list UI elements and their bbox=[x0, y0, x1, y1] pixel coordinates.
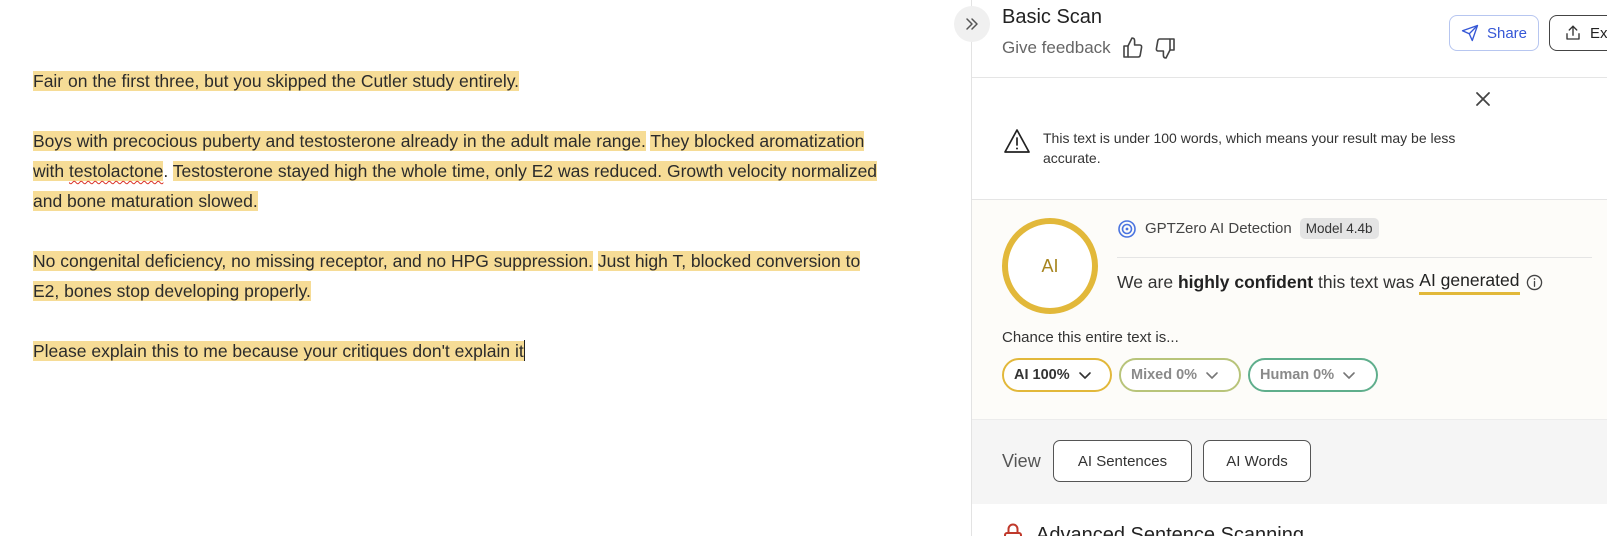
divider bbox=[1117, 257, 1592, 258]
collapse-panel-button[interactable] bbox=[954, 6, 990, 42]
highlighted-sentence: Please explain this to me because your c… bbox=[33, 341, 524, 361]
thumbs-up-icon[interactable] bbox=[1121, 36, 1145, 60]
pill-label: Human 0% bbox=[1260, 367, 1335, 383]
paragraph-1: Fair on the first three, but you skipped… bbox=[33, 66, 883, 96]
pill-label: Mixed 0% bbox=[1131, 367, 1198, 383]
verdict-middle: this text was bbox=[1317, 272, 1415, 292]
scan-results-panel: Basic Scan Give feedback Share Exp bbox=[971, 0, 1607, 536]
warning-text: This text is under 100 words, which mean… bbox=[1043, 130, 1456, 166]
lock-icon bbox=[1004, 523, 1022, 536]
highlighted-sentence: No congenital deficiency, no missing rec… bbox=[33, 251, 593, 271]
view-toggle-bar: View AI Sentences AI Words bbox=[972, 420, 1607, 504]
chance-label: Chance this entire text is... bbox=[1002, 329, 1179, 346]
feedback-row: Give feedback bbox=[1002, 36, 1177, 60]
editor-content[interactable]: Fair on the first three, but you skipped… bbox=[33, 66, 883, 396]
thumbs-down-icon[interactable] bbox=[1153, 36, 1177, 60]
warning-icon bbox=[1004, 129, 1030, 153]
probability-pills: AI 100% Mixed 0% Human 0% bbox=[1002, 358, 1378, 392]
send-icon bbox=[1461, 24, 1479, 42]
verdict-label: AI generated bbox=[1419, 270, 1520, 295]
highlighted-sentence: Fair on the first three, but you skipped… bbox=[33, 71, 520, 91]
advanced-title: Advanced Sentence Scanning bbox=[1036, 523, 1304, 536]
text-editor[interactable]: Fair on the first three, but you skipped… bbox=[0, 0, 971, 536]
detector-info: GPTZero AI Detection Model 4.4b bbox=[1117, 218, 1379, 239]
export-icon bbox=[1566, 25, 1580, 40]
verdict-prefix: We are bbox=[1117, 272, 1174, 292]
highlighted-sentence: Boys with precocious puberty and testost… bbox=[33, 131, 646, 151]
panel-header: Basic Scan Give feedback Share Exp bbox=[972, 0, 1607, 78]
gptzero-logo-icon bbox=[1118, 219, 1136, 238]
spellcheck-word[interactable]: testolactone bbox=[69, 161, 163, 181]
human-probability-dropdown[interactable]: Human 0% bbox=[1248, 358, 1378, 392]
detector-name: GPTZero AI Detection bbox=[1145, 220, 1292, 237]
info-icon[interactable] bbox=[1526, 274, 1543, 291]
sentence-part: . bbox=[163, 161, 169, 181]
chevron-down-icon bbox=[1343, 372, 1355, 379]
ai-probability-dropdown[interactable]: AI 100% bbox=[1002, 358, 1112, 392]
short-text-warning: This text is under 100 words, which mean… bbox=[972, 78, 1607, 200]
model-badge: Model 4.4b bbox=[1299, 218, 1379, 239]
view-label: View bbox=[1002, 451, 1041, 471]
ring-label: AI bbox=[1041, 255, 1059, 276]
close-icon[interactable] bbox=[1474, 90, 1492, 108]
export-button[interactable]: Exp bbox=[1549, 15, 1607, 51]
share-label: Share bbox=[1486, 24, 1528, 42]
chevron-down-icon bbox=[1078, 372, 1091, 379]
feedback-label: Give feedback bbox=[1002, 38, 1111, 57]
double-chevron-right-icon bbox=[966, 18, 978, 30]
ai-sentences-button[interactable]: AI Sentences bbox=[1053, 440, 1192, 482]
paragraph-4: Please explain this to me because your c… bbox=[33, 336, 883, 366]
page-title: Basic Scan bbox=[1002, 6, 1103, 28]
paragraph-3: No congenital deficiency, no missing rec… bbox=[33, 246, 883, 306]
paragraph-2: Boys with precocious puberty and testost… bbox=[33, 126, 883, 216]
share-button[interactable]: Share bbox=[1449, 15, 1539, 51]
ai-words-button[interactable]: AI Words bbox=[1203, 440, 1311, 482]
mixed-probability-dropdown[interactable]: Mixed 0% bbox=[1119, 358, 1241, 392]
verdict-strong: highly confident bbox=[1177, 272, 1314, 292]
pill-label: AI 100% bbox=[1014, 367, 1070, 383]
ai-score-ring: AI bbox=[1002, 218, 1098, 314]
export-label: Exp bbox=[1590, 24, 1607, 42]
text-caret bbox=[523, 340, 525, 361]
detection-result: AI GPTZero AI Detection Model 4.4b We ar… bbox=[972, 200, 1607, 420]
verdict: We are highly confident this text was AI… bbox=[1117, 270, 1543, 295]
advanced-scanning-section[interactable]: Advanced Sentence Scanning bbox=[1002, 522, 1304, 536]
chevron-down-icon bbox=[1206, 372, 1218, 379]
